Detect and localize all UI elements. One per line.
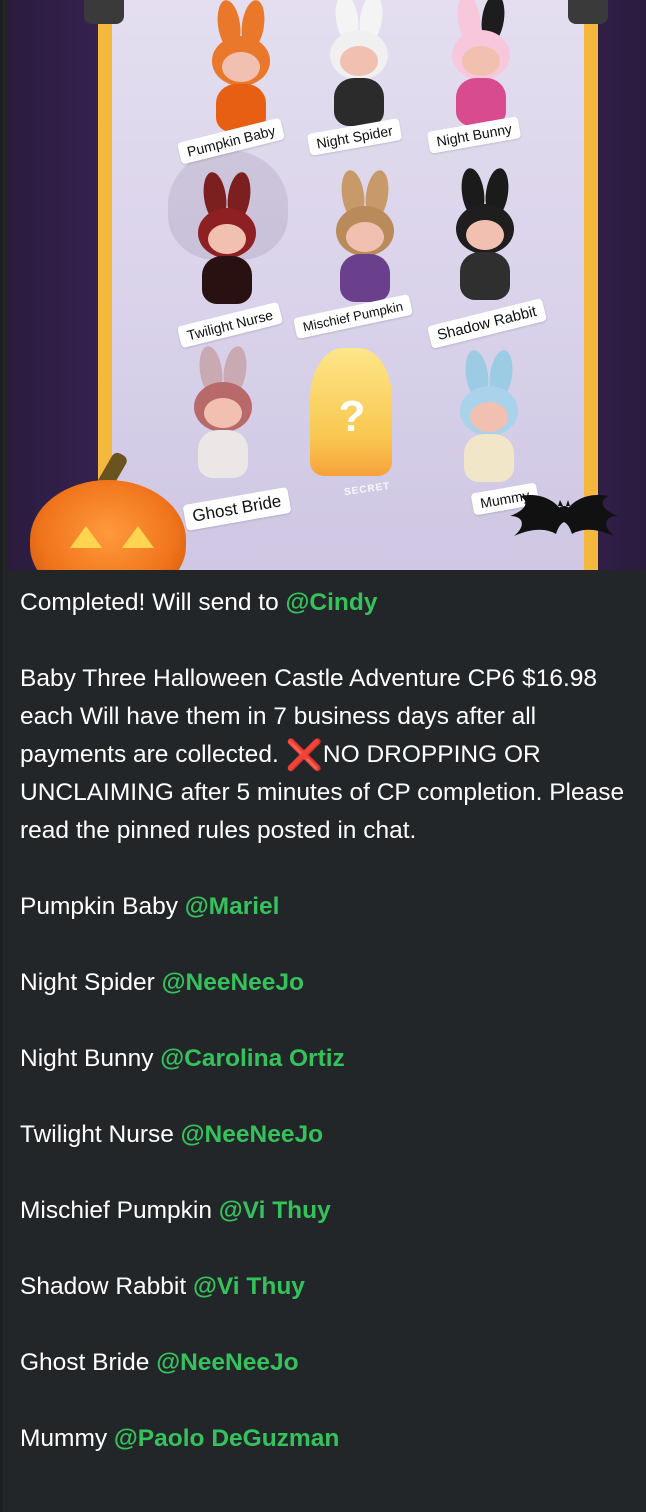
figure-night-spider: [310, 0, 406, 134]
figure-night-bunny: [432, 0, 528, 134]
claim-line: Mischief Pumpkin @Vi Thuy: [20, 1192, 640, 1230]
claim-line: Ghost Bride @NeeNeeJo: [20, 1344, 640, 1382]
figure-shadow-rabbit: [436, 166, 532, 308]
claim-item: Ghost Bride: [20, 1349, 157, 1376]
secret-question-mark: ?: [338, 392, 366, 441]
mention-link[interactable]: @Vi Thuy: [193, 1273, 305, 1300]
mention-link[interactable]: @Cindy: [286, 589, 378, 616]
figure-mummy: [440, 348, 536, 490]
bat-icon: [510, 494, 618, 536]
mention-link[interactable]: @Paolo DeGuzman: [114, 1425, 339, 1452]
claim-item: Night Spider: [20, 969, 162, 996]
message-text: Completed! Will send to @Cindy Baby Thre…: [20, 584, 640, 1458]
chat-left-edge: [0, 0, 3, 1512]
claim-item: Mischief Pumpkin: [20, 1197, 219, 1224]
figure-twilight-nurse: [178, 170, 274, 312]
completion-text: Completed! Will send to: [20, 589, 286, 616]
claim-item: Shadow Rabbit: [20, 1273, 193, 1300]
mention-link[interactable]: @Vi Thuy: [219, 1197, 331, 1224]
claim-item: Twilight Nurse: [20, 1121, 181, 1148]
claim-item: Night Bunny: [20, 1045, 161, 1072]
mention-link[interactable]: @NeeNeeJo: [156, 1349, 298, 1376]
poster-clip-right: [568, 0, 608, 24]
mention-link[interactable]: @Mariel: [185, 893, 280, 920]
mention-link[interactable]: @NeeNeeJo: [162, 969, 304, 996]
completion-line: Completed! Will send to @Cindy: [20, 584, 640, 622]
figure-mischief-pumpkin: [316, 168, 412, 310]
cross-mark-icon: ❌: [285, 739, 323, 772]
claim-item: Mummy: [20, 1425, 114, 1452]
claim-item: Pumpkin Baby: [20, 893, 185, 920]
claim-line: Mummy @Paolo DeGuzman: [20, 1420, 640, 1458]
photo-attachment[interactable]: Pumpkin Baby Night Spider Night Bunny Tw…: [8, 0, 646, 570]
mention-link[interactable]: @NeeNeeJo: [181, 1121, 323, 1148]
claim-line: Twilight Nurse @NeeNeeJo: [20, 1116, 640, 1154]
figure-ghost-bride: [174, 344, 270, 486]
claim-line: Shadow Rabbit @Vi Thuy: [20, 1268, 640, 1306]
mention-link[interactable]: @Carolina Ortiz: [160, 1045, 345, 1072]
poster-clip-left: [84, 0, 124, 24]
claim-line: Night Spider @NeeNeeJo: [20, 964, 640, 1002]
cp-details-paragraph: Baby Three Halloween Castle Adventure CP…: [20, 660, 640, 850]
claim-line: Pumpkin Baby @Mariel: [20, 888, 640, 926]
claim-line: Night Bunny @Carolina Ortiz: [20, 1040, 640, 1078]
